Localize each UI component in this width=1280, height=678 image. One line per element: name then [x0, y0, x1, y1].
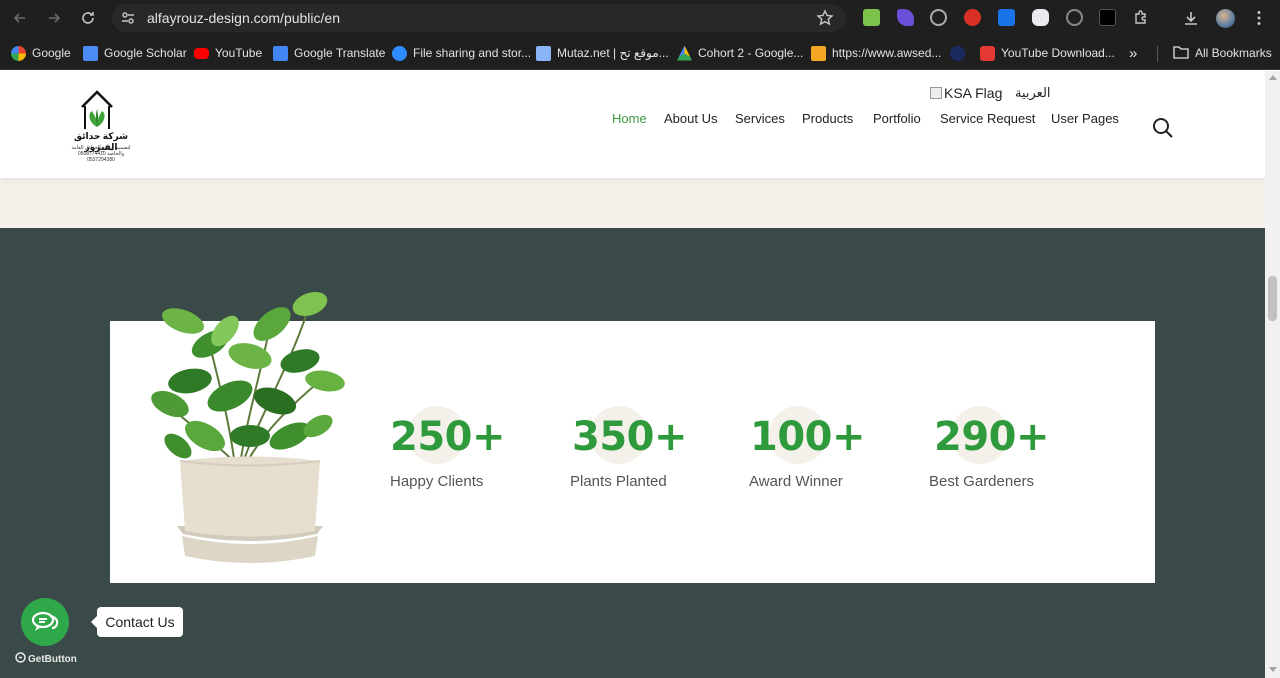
bookmark-google-translate[interactable]: Google Translate: [273, 44, 385, 62]
translate-icon: [273, 45, 288, 61]
web-page: شركة حدائق الفيروز لتصميم وتنفيذ الحدائق…: [0, 71, 1265, 678]
language-switcher[interactable]: KSA Flag العربية: [921, 75, 1071, 109]
nav-about-us[interactable]: About Us: [664, 111, 717, 126]
chat-bubbles-icon: [31, 611, 59, 631]
bookmark-label: Google Translate: [294, 46, 386, 60]
potted-plant-image: [151, 291, 345, 563]
nav-products[interactable]: Products: [802, 111, 853, 126]
bookmark-label: Mutaz.net | موقع تح...: [557, 46, 669, 60]
extension-icon-3[interactable]: [930, 9, 947, 26]
site-settings-icon[interactable]: [120, 10, 136, 26]
bookmark-file-sharing[interactable]: File sharing and stor...: [392, 44, 531, 62]
scroll-down-icon[interactable]: [1269, 667, 1277, 672]
extensions-puzzle-icon[interactable]: [1131, 8, 1151, 28]
scroll-up-icon[interactable]: [1269, 75, 1277, 80]
extension-icon-4[interactable]: [964, 9, 981, 26]
all-bookmarks-label: All Bookmarks: [1195, 46, 1272, 60]
house-leaf-icon: [81, 90, 113, 129]
extension-icon-7[interactable]: [1066, 9, 1083, 26]
address-bar[interactable]: alfayrouz-design.com/public/en: [112, 4, 846, 32]
google-drive-icon: [677, 45, 692, 61]
youtube-icon: [194, 47, 209, 59]
back-icon[interactable]: [10, 8, 30, 28]
bookmarks-divider: [1157, 46, 1158, 62]
browser-menu-icon[interactable]: [1249, 8, 1269, 28]
getbutton-branding[interactable]: GetButton: [15, 652, 77, 666]
stat-value: 100+: [750, 414, 866, 460]
search-icon[interactable]: [1152, 117, 1174, 139]
reload-icon[interactable]: [78, 8, 98, 28]
logo-details: لتصميم وتنفيذ الحدائق العامة والخاصة 050…: [64, 145, 138, 163]
site-header: شركة حدائق الفيروز لتصميم وتنفيذ الحدائق…: [0, 71, 1265, 178]
logo-phone-2: 0537294380: [87, 157, 115, 163]
extension-icon-8[interactable]: [1099, 9, 1116, 26]
extension-icon-1[interactable]: [863, 9, 880, 26]
bookmark-label: YouTube Download...: [1001, 46, 1115, 60]
bookmark-label: Google Scholar: [104, 46, 187, 60]
folder-icon: [1173, 45, 1189, 62]
bookmark-youtube[interactable]: YouTube: [194, 44, 262, 62]
bookmark-star-icon[interactable]: [816, 9, 834, 27]
stat-award-winner: 100+ Award Winner: [749, 406, 909, 496]
google-icon: [11, 45, 26, 61]
extension-icon-5[interactable]: [998, 9, 1015, 26]
nav-portfolio[interactable]: Portfolio: [873, 111, 921, 126]
package-icon: [811, 45, 826, 61]
bookmark-awsed[interactable]: https://www.awsed...: [811, 44, 941, 62]
bookmark-favicon-icon: [950, 45, 965, 61]
stat-value: 250+: [390, 414, 506, 460]
nav-user-pages[interactable]: User Pages: [1051, 111, 1119, 126]
scholar-icon: [83, 45, 98, 61]
page-scrollbar[interactable]: [1265, 71, 1280, 678]
download-icon[interactable]: [1181, 8, 1201, 28]
contact-chat-button[interactable]: [21, 598, 69, 646]
bookmark-mutaz[interactable]: Mutaz.net | موقع تح...: [536, 44, 669, 62]
language-label: العربية: [1015, 85, 1051, 100]
all-bookmarks-button[interactable]: All Bookmarks: [1173, 44, 1272, 62]
bookmark-label: https://www.awsed...: [832, 46, 942, 60]
extension-icon-6[interactable]: [1032, 9, 1049, 26]
stat-label: Plants Planted: [570, 473, 667, 490]
mutaz-icon: [536, 45, 551, 61]
stat-label: Award Winner: [749, 473, 843, 490]
ksa-flag-image: KSA Flag: [930, 85, 1002, 101]
scrollbar-thumb[interactable]: [1268, 276, 1277, 321]
stat-plants-planted: 350+ Plants Planted: [570, 406, 730, 496]
stat-value: 290+: [934, 414, 1050, 460]
browser-toolbar: alfayrouz-design.com/public/en: [0, 0, 1280, 36]
bookmark-google[interactable]: Google: [11, 44, 71, 62]
getbutton-label: GetButton: [28, 653, 77, 665]
download-red-icon: [980, 45, 995, 61]
nav-service-request[interactable]: Service Request: [940, 111, 1035, 126]
bookmark-unnamed[interactable]: [950, 44, 965, 62]
url-text[interactable]: alfayrouz-design.com/public/en: [147, 10, 340, 26]
bookmark-label: File sharing and stor...: [413, 46, 532, 60]
forward-icon[interactable]: [44, 8, 64, 28]
company-logo[interactable]: شركة حدائق الفيروز لتصميم وتنفيذ الحدائق…: [62, 89, 140, 167]
stat-label: Best Gardeners: [929, 473, 1035, 490]
stat-label: Happy Clients: [390, 473, 484, 490]
bookmark-cohort[interactable]: Cohort 2 - Google...: [677, 44, 803, 62]
profile-avatar-icon[interactable]: [1215, 8, 1235, 28]
stat-value: 350+: [572, 414, 688, 460]
contact-us-tooltip[interactable]: Contact Us: [91, 607, 183, 637]
bookmark-youtube-downloader[interactable]: YouTube Download...: [980, 44, 1115, 62]
nav-services[interactable]: Services: [735, 111, 785, 126]
getbutton-logo-icon: [15, 652, 26, 666]
section-divider-band: [0, 178, 1265, 228]
bookmarks-overflow-button[interactable]: »: [1129, 44, 1137, 62]
stat-best-gardeners: 290+ Best Gardeners: [929, 406, 1089, 496]
broken-image-icon: [930, 87, 942, 99]
bookmarks-bar: Google Google Scholar YouTube Google Tra…: [0, 36, 1280, 70]
bookmark-google-scholar[interactable]: Google Scholar: [83, 44, 187, 62]
bookmark-label: YouTube: [215, 46, 263, 60]
stat-happy-clients: 250+ Happy Clients: [390, 406, 550, 496]
nav-home[interactable]: Home: [612, 111, 647, 126]
file-sharing-icon: [392, 45, 407, 61]
flag-alt-text: KSA Flag: [944, 85, 1003, 101]
bookmark-label: Cohort 2 - Google...: [698, 46, 804, 60]
bookmark-label: Google: [32, 46, 71, 60]
extension-icon-2[interactable]: [897, 9, 914, 26]
chevron-double-right-icon: »: [1129, 44, 1138, 62]
